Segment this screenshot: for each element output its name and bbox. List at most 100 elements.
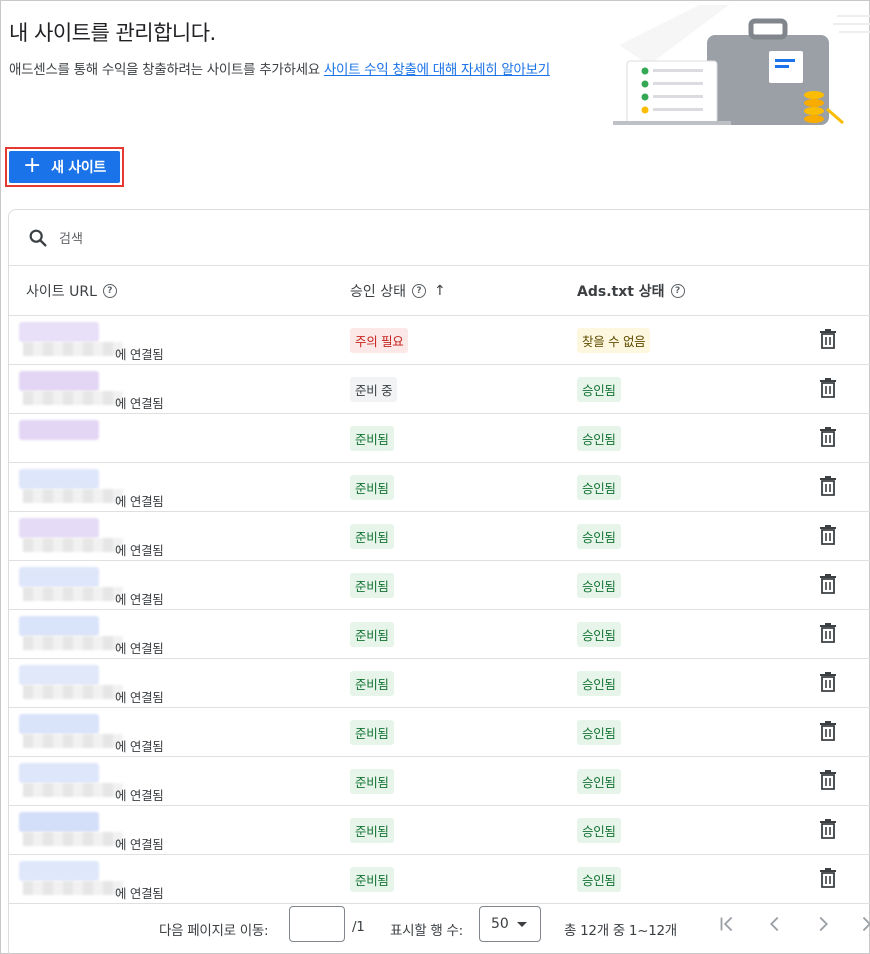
delete-icon[interactable] bbox=[820, 525, 836, 545]
rows-per-page-label: 표시할 행 수: bbox=[390, 923, 463, 939]
delete-icon[interactable] bbox=[820, 476, 836, 496]
site-url-redacted bbox=[19, 812, 99, 832]
site-url-redacted bbox=[19, 322, 99, 342]
ads-txt-status-badge: 승인됨 bbox=[577, 769, 621, 794]
ads-txt-status-badge: 승인됨 bbox=[577, 867, 621, 892]
search-bar[interactable]: 검색 bbox=[9, 210, 870, 266]
linked-text: 에 연결됨 bbox=[115, 543, 164, 558]
next-page-icon[interactable] bbox=[812, 913, 834, 935]
ads-txt-status-badge: 승인됨 bbox=[577, 426, 621, 451]
column-label: Ads.txt 상태 bbox=[577, 284, 665, 300]
delete-icon[interactable] bbox=[820, 623, 836, 643]
delete-icon[interactable] bbox=[820, 378, 836, 398]
approval-status-badge: 준비됨 bbox=[350, 867, 394, 892]
ads-txt-status-badge: 승인됨 bbox=[577, 818, 621, 843]
range-text: 총 12개 중 1~12개 bbox=[564, 923, 677, 939]
delete-icon[interactable] bbox=[820, 672, 836, 692]
approval-status-badge: 준비됨 bbox=[350, 622, 394, 647]
table-row[interactable]: 에 연결됨 준비 중 승인됨 bbox=[9, 365, 870, 414]
table-row[interactable]: 에 연결됨 준비됨 승인됨 bbox=[9, 708, 870, 757]
site-url-redacted bbox=[19, 861, 99, 881]
column-label: 사이트 URL bbox=[26, 284, 97, 300]
ads-txt-status-badge: 승인됨 bbox=[577, 573, 621, 598]
column-approval-status[interactable]: 승인 상태 ? ↑ bbox=[350, 281, 446, 301]
help-icon[interactable]: ? bbox=[102, 284, 117, 298]
site-url-redacted bbox=[19, 567, 99, 587]
linked-text: 에 연결됨 bbox=[115, 837, 164, 852]
ads-txt-status-badge: 승인됨 bbox=[577, 475, 621, 500]
delete-icon[interactable] bbox=[820, 770, 836, 790]
column-site-url[interactable]: 사이트 URL ? bbox=[26, 281, 117, 301]
approval-status-badge: 준비됨 bbox=[350, 524, 394, 549]
linked-text: 에 연결됨 bbox=[115, 641, 164, 656]
approval-status-badge: 준비됨 bbox=[350, 671, 394, 696]
approval-status-badge: 준비됨 bbox=[350, 769, 394, 794]
help-icon[interactable]: ? bbox=[411, 284, 426, 298]
linked-text: 에 연결됨 bbox=[115, 396, 164, 411]
sites-table-card: 검색 사이트 URL ? 승인 상태 ? ↑ Ads.txt 상태 ? 에 연결… bbox=[8, 209, 870, 954]
table-row[interactable]: 에 연결됨 주의 필요 찾을 수 없음 bbox=[9, 316, 870, 365]
help-icon[interactable]: ? bbox=[670, 284, 685, 298]
account-redacted bbox=[23, 538, 123, 552]
pagination-bar: 다음 페이지로 이동: /1 표시할 행 수: 50 총 12개 중 1~12개 bbox=[9, 903, 870, 954]
site-url-redacted bbox=[19, 665, 99, 685]
delete-icon[interactable] bbox=[820, 819, 836, 839]
approval-status-badge: 준비됨 bbox=[350, 573, 394, 598]
table-row[interactable]: 에 연결됨 준비됨 승인됨 bbox=[9, 512, 870, 561]
dropdown-caret-icon bbox=[516, 921, 527, 927]
linked-text: 에 연결됨 bbox=[115, 494, 164, 509]
new-site-button-highlight: + 새 사이트 bbox=[5, 147, 124, 187]
sites-illustration bbox=[613, 5, 870, 125]
first-page-icon[interactable] bbox=[716, 913, 738, 935]
table-body: 에 연결됨 주의 필요 찾을 수 없음 에 연결됨 준비 중 승인됨 준비됨 승… bbox=[9, 316, 870, 904]
approval-status-badge: 준비됨 bbox=[350, 818, 394, 843]
search-input[interactable]: 검색 bbox=[59, 228, 83, 247]
account-redacted bbox=[23, 391, 123, 405]
delete-icon[interactable] bbox=[820, 329, 836, 349]
table-row[interactable]: 에 연결됨 준비됨 승인됨 bbox=[9, 855, 870, 904]
account-redacted bbox=[23, 783, 123, 797]
delete-icon[interactable] bbox=[820, 721, 836, 741]
ads-txt-status-badge: 승인됨 bbox=[577, 671, 621, 696]
ads-txt-status-badge: 승인됨 bbox=[577, 377, 621, 402]
account-redacted bbox=[23, 881, 123, 895]
table-row[interactable]: 에 연결됨 준비됨 승인됨 bbox=[9, 610, 870, 659]
column-ads-txt-status[interactable]: Ads.txt 상태 ? bbox=[577, 281, 685, 301]
account-redacted bbox=[23, 587, 123, 601]
table-row[interactable]: 준비됨 승인됨 bbox=[9, 414, 870, 463]
approval-status-badge: 준비됨 bbox=[350, 426, 394, 451]
table-row[interactable]: 에 연결됨 준비됨 승인됨 bbox=[9, 463, 870, 512]
page-number-input[interactable] bbox=[289, 906, 345, 942]
approval-status-badge: 주의 필요 bbox=[350, 328, 409, 353]
delete-icon[interactable] bbox=[820, 574, 836, 594]
site-url-redacted bbox=[19, 371, 99, 391]
plus-icon: + bbox=[22, 153, 42, 178]
table-row[interactable]: 에 연결됨 준비됨 승인됨 bbox=[9, 806, 870, 855]
account-redacted bbox=[23, 636, 123, 650]
search-icon bbox=[29, 229, 47, 247]
total-pages: /1 bbox=[352, 919, 365, 935]
new-site-button[interactable]: + 새 사이트 bbox=[9, 151, 120, 183]
ads-txt-status-badge: 찾을 수 없음 bbox=[577, 328, 651, 353]
delete-icon[interactable] bbox=[820, 868, 836, 888]
site-url-redacted bbox=[19, 616, 99, 636]
linked-text: 에 연결됨 bbox=[115, 690, 164, 705]
account-redacted bbox=[23, 342, 123, 356]
account-redacted bbox=[23, 489, 123, 503]
rows-per-page-select[interactable]: 50 bbox=[479, 906, 541, 942]
ads-txt-status-badge: 승인됨 bbox=[577, 720, 621, 745]
linked-text: 에 연결됨 bbox=[115, 788, 164, 803]
rows-per-page-value: 50 bbox=[491, 916, 509, 932]
site-url-redacted bbox=[19, 763, 99, 783]
table-row[interactable]: 에 연결됨 준비됨 승인됨 bbox=[9, 659, 870, 708]
sort-ascending-icon[interactable]: ↑ bbox=[434, 283, 446, 299]
ads-txt-status-badge: 승인됨 bbox=[577, 524, 621, 549]
table-row[interactable]: 에 연결됨 준비됨 승인됨 bbox=[9, 757, 870, 806]
delete-icon[interactable] bbox=[820, 427, 836, 447]
table-row[interactable]: 에 연결됨 준비됨 승인됨 bbox=[9, 561, 870, 610]
linked-text: 에 연결됨 bbox=[115, 347, 164, 362]
last-page-icon[interactable] bbox=[857, 913, 870, 935]
linked-text: 에 연결됨 bbox=[115, 592, 164, 607]
previous-page-icon[interactable] bbox=[764, 913, 786, 935]
learn-more-link[interactable]: 사이트 수익 창출에 대해 자세히 알아보기 bbox=[324, 62, 550, 78]
